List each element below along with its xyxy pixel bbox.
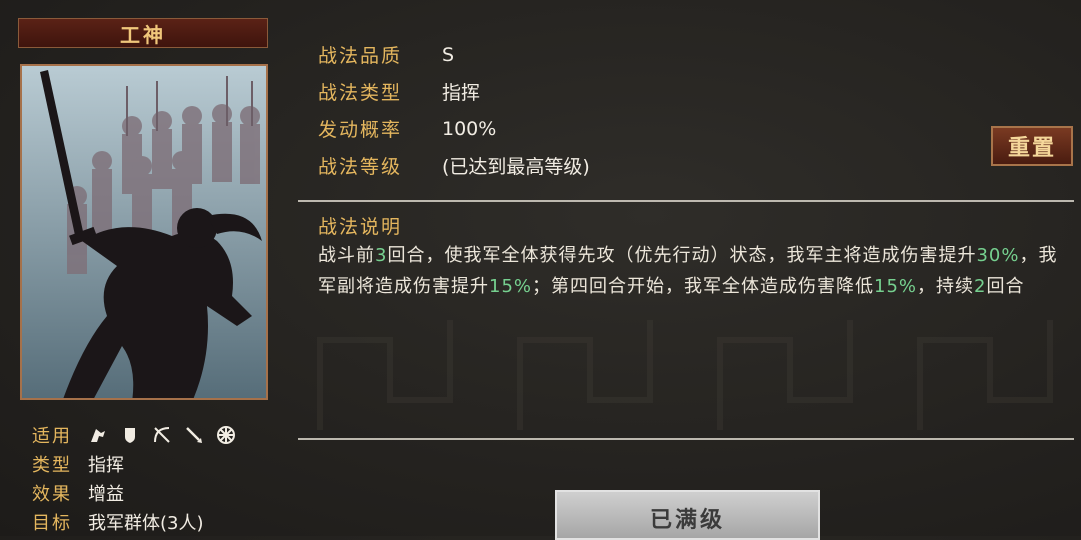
- type-label: 类型: [32, 454, 72, 476]
- max-level-button[interactable]: 已满级: [555, 490, 820, 540]
- effect-value: 增益: [88, 483, 124, 505]
- spear-icon: [184, 425, 204, 445]
- effect-row: 效果 增益: [32, 478, 236, 507]
- applicable-label: 适用: [32, 425, 72, 447]
- attr-level-label: 战法等级: [318, 156, 403, 178]
- description-body: 战斗前3回合，使我军全体获得先攻（优先行动）状态，我军主将造成伤害提升30%，我…: [318, 240, 1058, 302]
- attr-quality-value: S: [442, 43, 455, 66]
- attr-quality-label: 战法品质: [318, 45, 403, 67]
- attr-probability-value: 100%: [442, 117, 497, 140]
- reset-button[interactable]: 重置: [991, 126, 1073, 166]
- tactic-card-art: [20, 64, 268, 400]
- troop-type-icons: [88, 425, 236, 445]
- target-row: 目标 我军群体(3人): [32, 507, 236, 536]
- desc-seg: 回合，使我军全体获得先攻（优先行动）状态，我军主将造成伤害提升: [387, 245, 977, 266]
- attr-level-row: 战法等级 (已达到最高等级): [318, 147, 590, 184]
- desc-seg-highlight: 15%: [874, 276, 918, 297]
- divider-top: [298, 200, 1074, 202]
- max-level-button-label: 已满级: [649, 508, 725, 533]
- desc-seg: 回合: [986, 276, 1025, 297]
- desc-seg: 战斗前: [318, 245, 375, 266]
- desc-seg-highlight: 30%: [976, 245, 1020, 266]
- tactic-name-banner: 工神: [18, 18, 268, 48]
- wheel-icon: [216, 425, 236, 445]
- attr-level-value: (已达到最高等级): [442, 156, 590, 178]
- attr-quality-row: 战法品质 S: [318, 36, 590, 73]
- warrior-silhouette-image: [22, 66, 266, 398]
- target-value: 我军群体(3人): [88, 512, 204, 534]
- tactic-info-list: 适用 类型 指挥 效果 增益 目标 我军群体(3人): [32, 420, 236, 536]
- cavalry-icon: [88, 425, 108, 445]
- attr-type-row: 战法类型 指挥: [318, 73, 590, 110]
- applicable-row: 适用: [32, 420, 236, 449]
- desc-seg: ；第四回合开始，我军全体造成伤害降低: [532, 276, 875, 297]
- desc-seg-highlight: 3: [375, 245, 388, 266]
- background-pattern: [317, 320, 1053, 430]
- bow-icon: [152, 425, 172, 445]
- attr-type-label: 战法类型: [318, 82, 403, 104]
- attr-type-value: 指挥: [442, 82, 481, 104]
- tactic-name: 工神: [120, 22, 166, 47]
- attr-probability-label: 发动概率: [318, 119, 403, 141]
- target-label: 目标: [32, 512, 72, 534]
- description-title: 战法说明: [318, 216, 403, 238]
- attr-probability-row: 发动概率 100%: [318, 110, 590, 147]
- type-value: 指挥: [88, 454, 124, 476]
- divider-bottom: [298, 438, 1074, 440]
- desc-seg-highlight: 2: [974, 276, 987, 297]
- desc-seg: ，持续: [917, 276, 975, 297]
- tactic-attributes: 战法品质 S 战法类型 指挥 发动概率 100% 战法等级 (已达到最高等级): [318, 36, 590, 184]
- effect-label: 效果: [32, 483, 72, 505]
- reset-button-label: 重置: [1007, 136, 1056, 161]
- shield-icon: [120, 425, 140, 445]
- type-row: 类型 指挥: [32, 449, 236, 478]
- desc-seg-highlight: 15%: [489, 276, 533, 297]
